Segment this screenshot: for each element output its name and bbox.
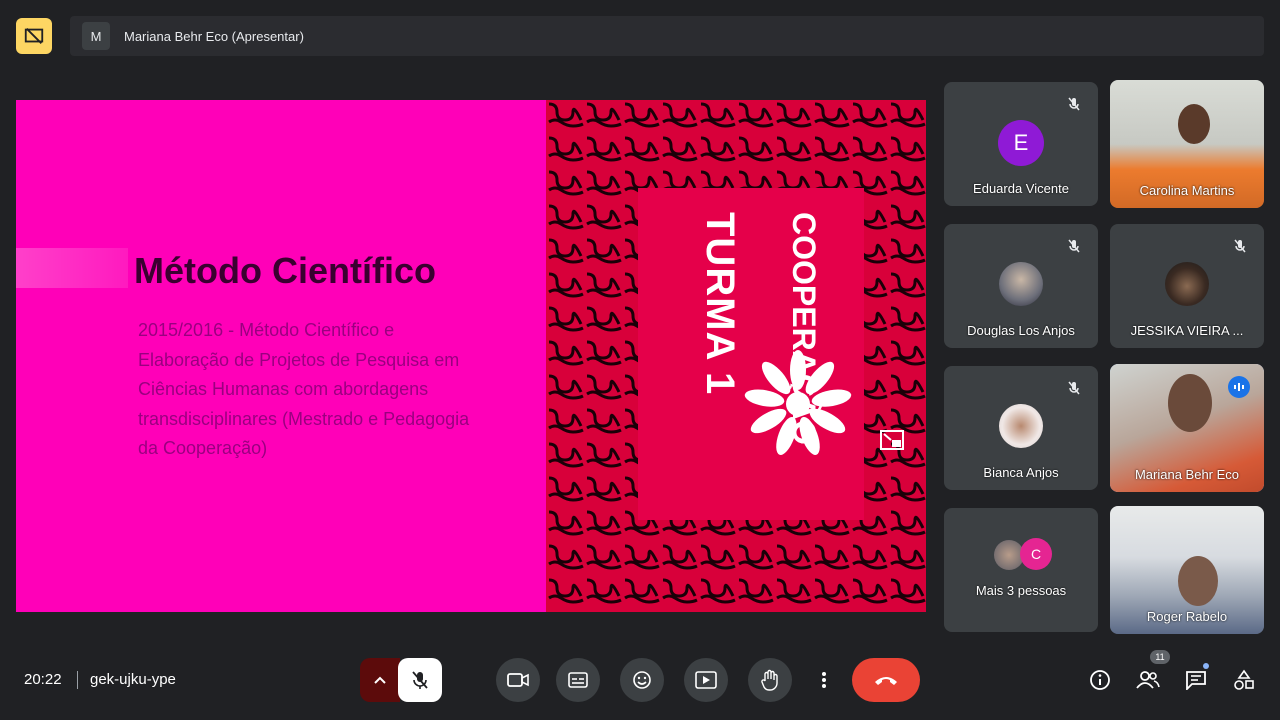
minimize-presentation-icon[interactable] (880, 430, 904, 450)
participant-name: Mariana Behr Eco (1134, 467, 1240, 482)
chat-button[interactable] (1182, 666, 1210, 694)
slide-smear (16, 248, 128, 288)
chevron-up-icon (374, 676, 386, 684)
raise-hand-button[interactable] (748, 658, 792, 702)
participant-tile[interactable]: Carolina Martins (1110, 80, 1264, 208)
info-icon (1090, 670, 1110, 690)
activities-button[interactable] (1230, 666, 1258, 694)
emoji-icon (633, 671, 651, 689)
more-participants-label: Mais 3 pessoas (975, 583, 1067, 598)
end-call-icon (875, 677, 897, 685)
slide-title: Método Científico (134, 250, 436, 291)
participant-name: JESSIKA VIEIRA ... (1130, 323, 1244, 338)
participant-name: Douglas Los Anjos (967, 323, 1075, 338)
present-now-button[interactable] (684, 658, 728, 702)
participant-name: Bianca Anjos (983, 465, 1059, 480)
turma-label: TURMA 1 (698, 212, 742, 396)
flower-logo-icon (744, 350, 852, 455)
participant-count-badge: 11 (1150, 650, 1170, 664)
mic-off-icon (412, 671, 428, 689)
mic-off-icon (1068, 97, 1080, 111)
people-button[interactable] (1134, 666, 1162, 694)
more-participants-tile[interactable]: C Mais 3 pessoas (944, 508, 1098, 632)
leave-call-button[interactable] (852, 658, 920, 702)
meeting-time: 20:22 (24, 671, 62, 688)
activities-icon (1234, 669, 1254, 690)
mic-off-icon (1068, 381, 1080, 395)
presentation-slide: Método Científico 2015/2016 - Método Cie… (16, 100, 926, 612)
participant-name: Eduarda Vicente (973, 181, 1069, 196)
slide-left-panel: Método Científico 2015/2016 - Método Cie… (16, 100, 546, 612)
participant-tile[interactable]: Bianca Anjos (944, 366, 1098, 490)
slide-body-text: 2015/2016 - Método Científico e Elaboraç… (138, 320, 470, 458)
reactions-button[interactable] (620, 658, 664, 702)
avatar: E (998, 120, 1044, 166)
avatar (1165, 262, 1209, 306)
speaking-indicator-icon (1228, 376, 1250, 398)
mic-off-icon (1234, 239, 1246, 253)
participant-name: Roger Rabelo (1146, 609, 1228, 624)
camera-toggle-button[interactable] (496, 658, 540, 702)
participant-name: Carolina Martins (1139, 183, 1235, 198)
hand-icon (761, 669, 778, 691)
participant-tile-active-speaker[interactable]: Mariana Behr Eco (1110, 364, 1264, 492)
presenter-name: Mariana Behr Eco (Apresentar) (124, 28, 304, 44)
presenter-avatar: M (82, 22, 110, 50)
present-icon (695, 671, 717, 689)
participant-tile[interactable]: Roger Rabelo (1110, 506, 1264, 634)
mic-toggle-button[interactable] (398, 658, 442, 702)
participant-tile[interactable]: Douglas Los Anjos (944, 224, 1098, 348)
presentation-indicator-icon (16, 18, 52, 54)
meeting-details-button[interactable] (1086, 666, 1114, 694)
avatar (999, 262, 1043, 306)
slide-right-panel: TURMA 1 COOPERAÇÃO (546, 100, 926, 612)
meeting-code: gek-ujku-ype (90, 671, 176, 688)
participant-tile[interactable]: E Eduarda Vicente (944, 82, 1098, 206)
mic-off-icon (1068, 239, 1080, 253)
people-icon (1136, 671, 1160, 689)
camera-icon (507, 673, 529, 687)
avatar: C (1020, 538, 1052, 570)
divider (77, 671, 78, 689)
more-icon (822, 672, 826, 688)
captions-button[interactable] (556, 658, 600, 702)
captions-icon (568, 672, 588, 688)
more-options-button[interactable] (802, 658, 846, 702)
audio-options-button[interactable] (360, 658, 400, 702)
participant-tile[interactable]: JESSIKA VIEIRA ... (1110, 224, 1264, 348)
chat-icon (1186, 671, 1206, 690)
presenter-bar[interactable]: M Mariana Behr Eco (Apresentar) (70, 16, 1264, 56)
avatar (999, 404, 1043, 448)
